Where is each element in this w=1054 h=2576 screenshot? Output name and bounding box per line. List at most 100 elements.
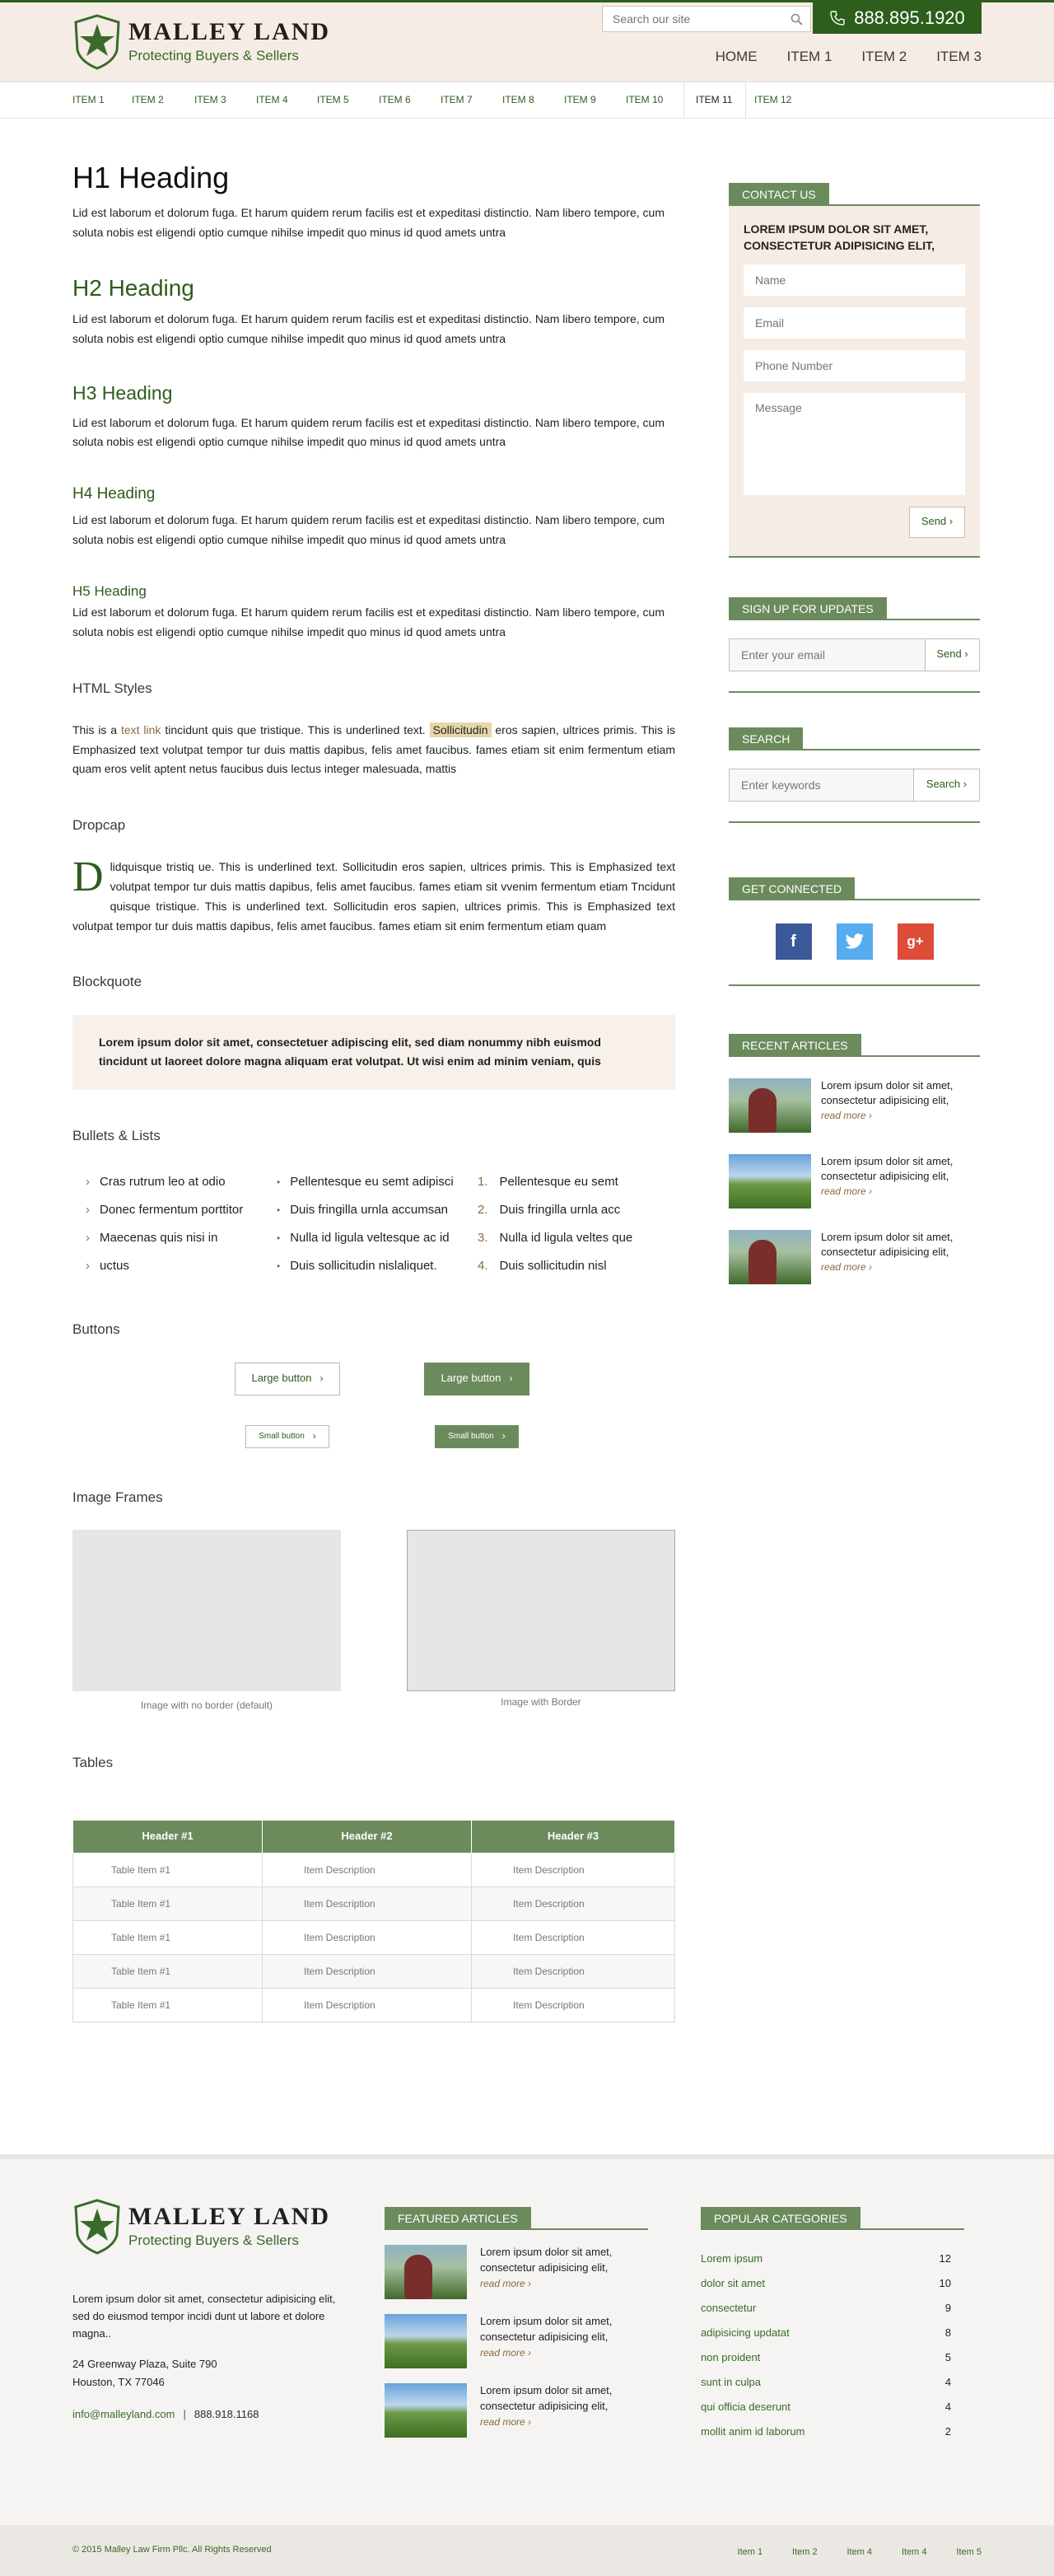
sub-nav-item[interactable]: ITEM 12 [746,82,812,119]
sub-nav-item[interactable]: ITEM 3 [194,82,256,119]
sub-nav-item[interactable]: ITEM 9 [564,82,626,119]
text-link[interactable]: text link [121,723,161,736]
large-button-outline[interactable]: Large button › [235,1362,340,1396]
main-nav-item-2[interactable]: ITEM 2 [861,45,907,68]
category-link[interactable]: dolor sit amet [701,2275,765,2293]
read-more-link[interactable]: read more › [821,1261,872,1273]
bottom-nav-item[interactable]: Item 5 [956,2547,982,2557]
footer-address: 24 Greenway Plaza, Suite 790 Houston, TX… [72,2355,217,2391]
footer-logo[interactable]: MALLEY LAND Protecting Buyers & Sellers [72,2199,330,2255]
article-thumbnail[interactable] [729,1229,811,1284]
footer-email-link[interactable]: info@malleyland.com [72,2408,175,2420]
category-item[interactable]: qui officia deserunt 4 [701,2395,964,2419]
header-search-input[interactable] [603,12,782,26]
search-icon[interactable] [782,7,810,31]
h1-heading: H1 Heading [72,161,230,194]
bottom-nav-item[interactable]: Item 2 [792,2547,818,2557]
contact-box: CONTACT US LOREM IPSUM DOLOR SIT AMET, C… [729,183,980,558]
signup-email-input[interactable] [730,638,925,671]
article-item[interactable]: Lorem ipsum dolor sit amet, consectetur … [385,2245,648,2299]
bottom-nav-item[interactable]: Item 1 [738,2547,763,2557]
table-cell: Item Description [262,1853,472,1888]
main-nav-item-1[interactable]: ITEM 1 [787,45,832,68]
article-thumbnail[interactable] [729,1078,811,1133]
category-link[interactable]: Lorem ipsum [701,2251,763,2268]
popular-title: POPULAR CATEGORIES [701,2207,860,2230]
category-item[interactable]: mollit anim id laborum 2 [701,2419,964,2444]
sub-nav-item[interactable]: ITEM 7 [441,82,502,119]
sub-nav-item[interactable]: ITEM 1 [72,82,132,119]
category-link[interactable]: non proident [701,2349,760,2367]
footer-phone-link[interactable]: 888.918.1168 [194,2408,259,2420]
category-item[interactable]: non proident 5 [701,2345,964,2370]
list-item: 3. Nulla id ligula veltes que [474,1224,675,1252]
google-plus-icon[interactable]: g+ [897,923,934,960]
category-item[interactable]: sunt in culpa 4 [701,2370,964,2395]
read-more-link[interactable]: read more › [821,1185,872,1197]
button-label: Small button [259,1431,305,1441]
button-label: Large button [251,1372,312,1385]
email-field[interactable] [744,306,965,339]
article-thumbnail[interactable] [729,1153,811,1209]
sub-nav-item[interactable]: ITEM 6 [379,82,441,119]
article-text: Lorem ipsum dolor sit amet, consectetur … [821,1230,954,1258]
category-link[interactable]: qui officia deserunt [701,2399,790,2416]
site-logo[interactable]: MALLEY LAND Protecting Buyers & Sellers [72,14,330,70]
category-list: Lorem ipsum 12 dolor sit amet 10 consectet… [701,2246,964,2444]
facebook-icon[interactable]: f [775,923,812,960]
main-nav-home[interactable]: HOME [716,45,758,68]
category-link[interactable]: adipisicing updatat [701,2325,790,2342]
name-field[interactable] [744,264,965,296]
social-links: f g+ [729,923,980,960]
article-thumbnail[interactable] [385,2245,467,2299]
link-label: read more [480,2346,525,2359]
article-item[interactable]: Lorem ipsum dolor sit amet, consectetur … [729,1229,980,1284]
article-item[interactable]: Lorem ipsum dolor sit amet, consectetur … [385,2383,648,2438]
category-link[interactable]: mollit anim id laborum [701,2424,804,2441]
article-item[interactable]: Lorem ipsum dolor sit amet, consectetur … [729,1153,980,1209]
sub-nav-item[interactable]: ITEM 10 [626,82,683,119]
article-text: Lorem ipsum dolor sit amet, consectetur … [821,1078,954,1106]
sub-nav-item[interactable]: ITEM 8 [502,82,564,119]
contact-send-button[interactable]: Send › [909,506,965,538]
category-count: 10 [939,2276,951,2289]
main-nav-item-3[interactable]: ITEM 3 [936,45,982,68]
sidebar-search-input[interactable] [730,769,913,801]
article-thumbnail[interactable] [385,2314,467,2368]
category-item[interactable]: adipisicing updatat 8 [701,2321,964,2345]
read-more-link[interactable]: read more › [480,2416,531,2428]
bottom-nav-item[interactable]: Item 4 [846,2547,872,2557]
bottom-nav-item[interactable]: Item 4 [902,2547,927,2557]
sidebar-search-button[interactable]: Search › [913,769,979,801]
bullet-list: Pellentesque eu semt adipisci Duis fring… [273,1168,474,1280]
sub-nav-item[interactable]: ITEM 2 [132,82,194,119]
tables-title: Tables [72,1755,114,1771]
contact-lead: LOREM IPSUM DOLOR SIT AMET, CONSECTETUR … [744,222,935,253]
read-more-link[interactable]: read more › [821,1110,872,1121]
category-item[interactable]: consectetur 9 [701,2296,964,2321]
article-thumbnail[interactable] [385,2383,467,2438]
category-link[interactable]: consectetur [701,2300,756,2317]
phone-icon [830,11,845,26]
phone-field[interactable] [744,349,965,381]
sub-nav-item-active[interactable]: ITEM 11 [683,82,746,119]
article-item[interactable]: Lorem ipsum dolor sit amet, consectetur … [729,1078,980,1133]
read-more-link[interactable]: read more › [480,2278,531,2289]
star-shield-logo-icon [74,2199,120,2255]
large-button-filled[interactable]: Large button › [424,1362,529,1396]
category-item[interactable]: Lorem ipsum 12 [701,2246,964,2271]
small-button-outline[interactable]: Small button › [245,1424,329,1448]
twitter-icon[interactable] [836,923,873,960]
category-link[interactable]: sunt in culpa [701,2374,761,2391]
sub-nav-item[interactable]: ITEM 4 [256,82,317,119]
signup-send-button[interactable]: Send › [925,638,979,671]
list-item: 1. Pellentesque eu semt [474,1168,675,1196]
category-item[interactable]: dolor sit amet 10 [701,2271,964,2296]
read-more-link[interactable]: read more › [480,2347,531,2359]
sub-nav-item[interactable]: ITEM 5 [317,82,379,119]
small-button-filled[interactable]: Small button › [435,1424,519,1448]
header-phone[interactable]: 888.895.1920 [813,2,982,34]
article-item[interactable]: Lorem ipsum dolor sit amet, consectetur … [385,2314,648,2368]
table-row: Table Item #1 Item Description Item Descri… [72,1920,675,1956]
message-field[interactable] [744,392,965,495]
